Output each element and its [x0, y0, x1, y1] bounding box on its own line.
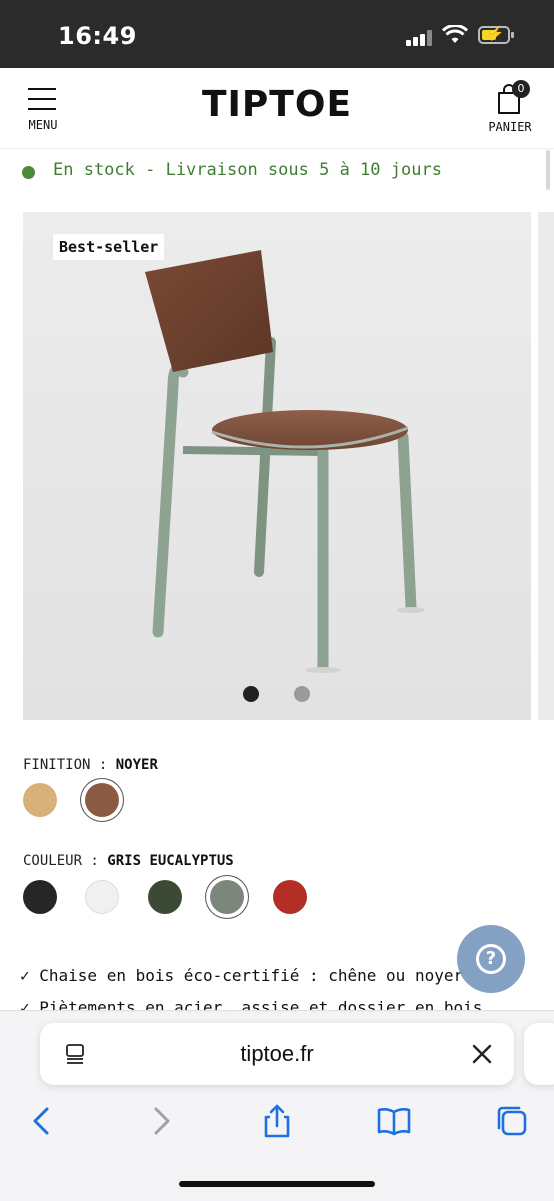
address-bar[interactable]: tiptoe.fr	[40, 1023, 514, 1085]
gallery-next-image-peek[interactable]	[538, 212, 554, 720]
finish-label: FINITION :	[23, 757, 108, 773]
gallery-dot-2[interactable]	[294, 686, 310, 702]
colour-swatch-vert[interactable]	[148, 880, 182, 914]
battery-icon: ⚡	[478, 25, 514, 44]
cart-count-badge: 0	[512, 80, 530, 98]
colour-label-line: COULEUR : GRIS EUCALYPTUS	[23, 853, 234, 869]
product-gallery[interactable]: Best-seller	[23, 212, 531, 720]
gallery-pagination	[23, 686, 531, 706]
tabs-icon[interactable]	[494, 1103, 530, 1139]
cellular-signal-icon	[406, 30, 434, 46]
stock-text: En stock - Livraison sous 5 à 10 jours	[53, 160, 442, 180]
cart-label: PANIER	[488, 120, 532, 134]
colour-swatch-blanc[interactable]	[85, 880, 119, 914]
chair-image	[23, 212, 531, 720]
chevron-right-icon[interactable]	[143, 1103, 179, 1139]
colour-value: GRIS EUCALYPTUS	[107, 853, 234, 869]
finish-value: NOYER	[115, 757, 158, 773]
finish-swatch-noyer[interactable]	[85, 783, 119, 817]
colour-swatch-gris-eucalyptus[interactable]	[210, 880, 244, 914]
gallery-dot-1[interactable]	[243, 686, 259, 702]
colour-swatch-rouge[interactable]	[273, 880, 307, 914]
question-mark-icon: ?	[476, 944, 506, 974]
page-scrollbar[interactable]	[546, 150, 550, 190]
best-seller-badge: Best-seller	[53, 234, 165, 260]
share-icon[interactable]	[259, 1103, 295, 1139]
home-indicator[interactable]	[179, 1181, 375, 1187]
colour-label: COULEUR :	[23, 853, 99, 869]
status-time: 16:49	[58, 22, 137, 50]
browser-toolbar: tiptoe.fr	[0, 1010, 554, 1201]
site-header: MENU TIPTOE 0 PANIER	[0, 68, 554, 149]
help-button[interactable]: ?	[457, 925, 525, 993]
next-tab-peek[interactable]	[524, 1023, 554, 1085]
wifi-icon	[442, 25, 468, 43]
stock-dot-icon	[22, 166, 35, 179]
close-icon[interactable]	[470, 1042, 494, 1066]
status-bar: 16:49 ⚡	[0, 0, 554, 68]
chevron-left-icon[interactable]	[24, 1103, 60, 1139]
finish-label-line: FINITION : NOYER	[23, 757, 158, 773]
colour-swatch-noir[interactable]	[23, 880, 57, 914]
cart-button[interactable]: 0 PANIER	[484, 78, 536, 138]
site-logo[interactable]: TIPTOE	[0, 84, 554, 125]
feature-item: ✓ Chaise en bois éco-certifié : chêne ou…	[20, 966, 464, 985]
finish-swatch-chene[interactable]	[23, 783, 57, 817]
url-text[interactable]: tiptoe.fr	[40, 1041, 514, 1067]
book-icon[interactable]	[376, 1103, 412, 1139]
